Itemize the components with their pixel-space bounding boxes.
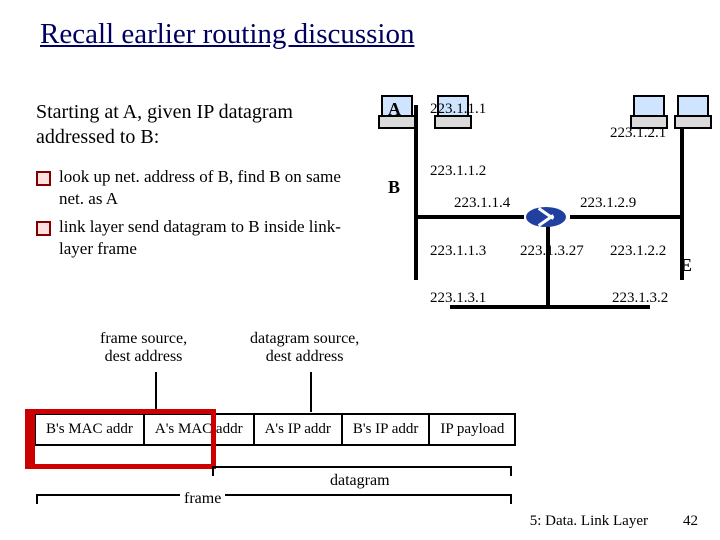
cell-src-mac: A's MAC addr	[144, 414, 254, 445]
network-diagram: A B E 223.1.1.1 223.1.1.2 223.1.1.3 223.…	[380, 95, 710, 325]
host-icon	[630, 95, 664, 125]
brace-label-frame: frame	[180, 490, 225, 508]
footer-chapter: 5: Data. Link Layer	[530, 513, 648, 530]
net-link	[414, 215, 524, 219]
annotation-dgram-addr: datagram source, dest address	[250, 330, 359, 365]
host-label-e: E	[680, 255, 692, 276]
host-icon	[674, 95, 708, 125]
ip-label: 223.1.1.3	[430, 243, 486, 260]
ip-label: 223.1.3.27	[520, 243, 584, 260]
ip-label: 223.1.2.2	[610, 243, 666, 260]
frame-structure-row: B's MAC addr A's MAC addr A's IP addr B'…	[34, 413, 516, 446]
bullet-list: look up net. address of B, find B on sam…	[36, 166, 366, 266]
bullet-text: link layer send datagram to B inside lin…	[59, 216, 366, 260]
router-icon	[526, 207, 566, 227]
bullet-text: look up net. address of B, find B on sam…	[59, 166, 366, 210]
ip-label: 223.1.1.4	[454, 195, 510, 212]
ip-label: 223.1.3.2	[612, 290, 668, 307]
net-link	[414, 105, 418, 280]
bullet-icon	[36, 171, 51, 186]
cell-src-ip: A's IP addr	[254, 414, 342, 445]
ip-label: 223.1.2.1	[610, 125, 666, 142]
net-link	[570, 215, 680, 219]
host-label-a: A	[388, 99, 401, 120]
list-item: look up net. address of B, find B on sam…	[36, 166, 366, 210]
ip-label: 223.1.2.9	[580, 195, 636, 212]
bullet-icon	[36, 221, 51, 236]
footer-page: 42	[683, 513, 698, 530]
ip-label: 223.1.1.1	[430, 101, 486, 118]
highlight-edge	[25, 409, 30, 469]
ip-label: 223.1.1.2	[430, 163, 486, 180]
host-label-b: B	[388, 177, 400, 198]
brace-frame	[36, 494, 512, 504]
ip-label: 223.1.3.1	[430, 290, 486, 307]
pointer-line	[310, 372, 312, 412]
cell-dest-ip: B's IP addr	[342, 414, 429, 445]
brace-label-datagram: datagram	[330, 472, 390, 490]
pointer-line	[155, 372, 157, 412]
cell-dest-mac: B's MAC addr	[35, 414, 144, 445]
annotation-frame-addr: frame source, dest address	[100, 330, 187, 365]
slide-title: Recall earlier routing discussion	[40, 18, 414, 51]
cell-payload: IP payload	[429, 414, 515, 445]
intro-text: Starting at A, given IP datagram address…	[36, 100, 366, 150]
net-link	[546, 225, 550, 305]
list-item: link layer send datagram to B inside lin…	[36, 216, 366, 260]
net-link	[680, 105, 684, 280]
